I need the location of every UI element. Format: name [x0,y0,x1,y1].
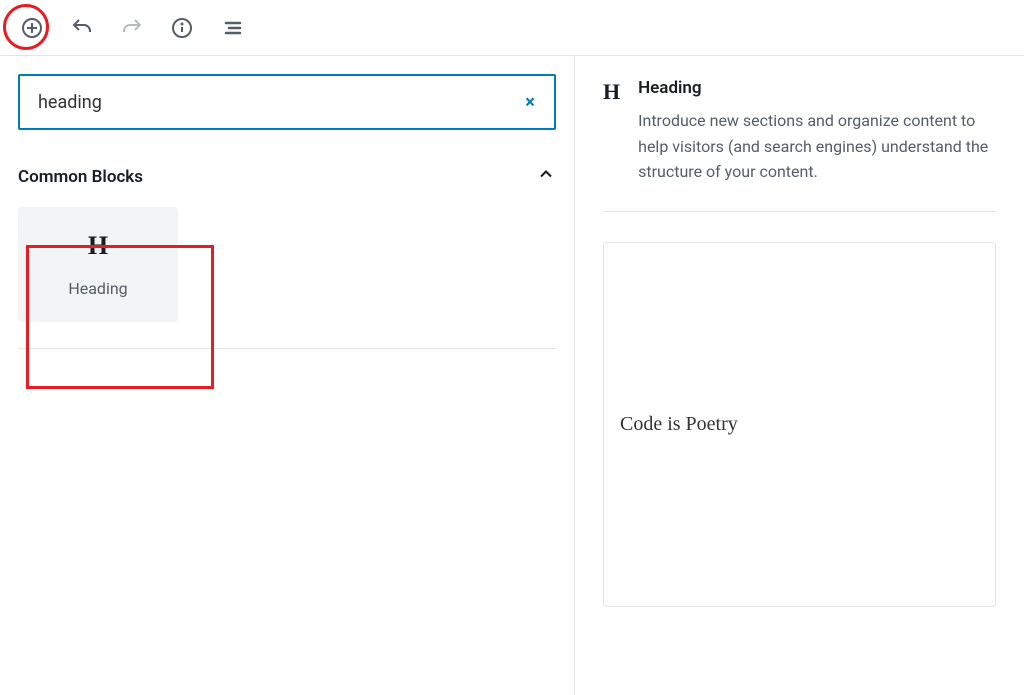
heading-block-item[interactable]: H Heading [18,207,178,322]
top-toolbar [0,0,1024,56]
add-block-button[interactable] [14,10,50,46]
clear-search-button[interactable]: × [506,76,554,128]
detail-text-group: Heading Introduce new sections and organ… [638,78,996,185]
chevron-up-icon [536,164,556,189]
block-detail-panel: H Heading Introduce new sections and org… [575,56,1024,695]
heading-block-icon: H [88,231,108,261]
detail-header: H Heading Introduce new sections and org… [603,78,996,212]
block-inserter-panel: × Common Blocks H Heading [0,56,575,695]
category-toggle[interactable]: Common Blocks [18,154,556,207]
redo-button[interactable] [114,10,150,46]
main-content: × Common Blocks H Heading H [0,56,1024,695]
detail-description: Introduce new sections and organize cont… [638,108,996,185]
block-preview-area: Code is Poetry [603,242,996,607]
search-field-wrapper: × [18,74,556,130]
block-grid: H Heading [18,207,556,322]
detail-heading-icon: H [603,78,620,185]
info-button[interactable] [164,10,200,46]
undo-button[interactable] [64,10,100,46]
detail-title: Heading [638,78,996,98]
block-search-input[interactable] [20,76,506,128]
category-title: Common Blocks [18,167,143,187]
heading-block-label: Heading [68,279,127,298]
block-category-section: Common Blocks H Heading [18,154,556,349]
outline-button[interactable] [214,10,250,46]
preview-content: Code is Poetry [620,413,979,436]
